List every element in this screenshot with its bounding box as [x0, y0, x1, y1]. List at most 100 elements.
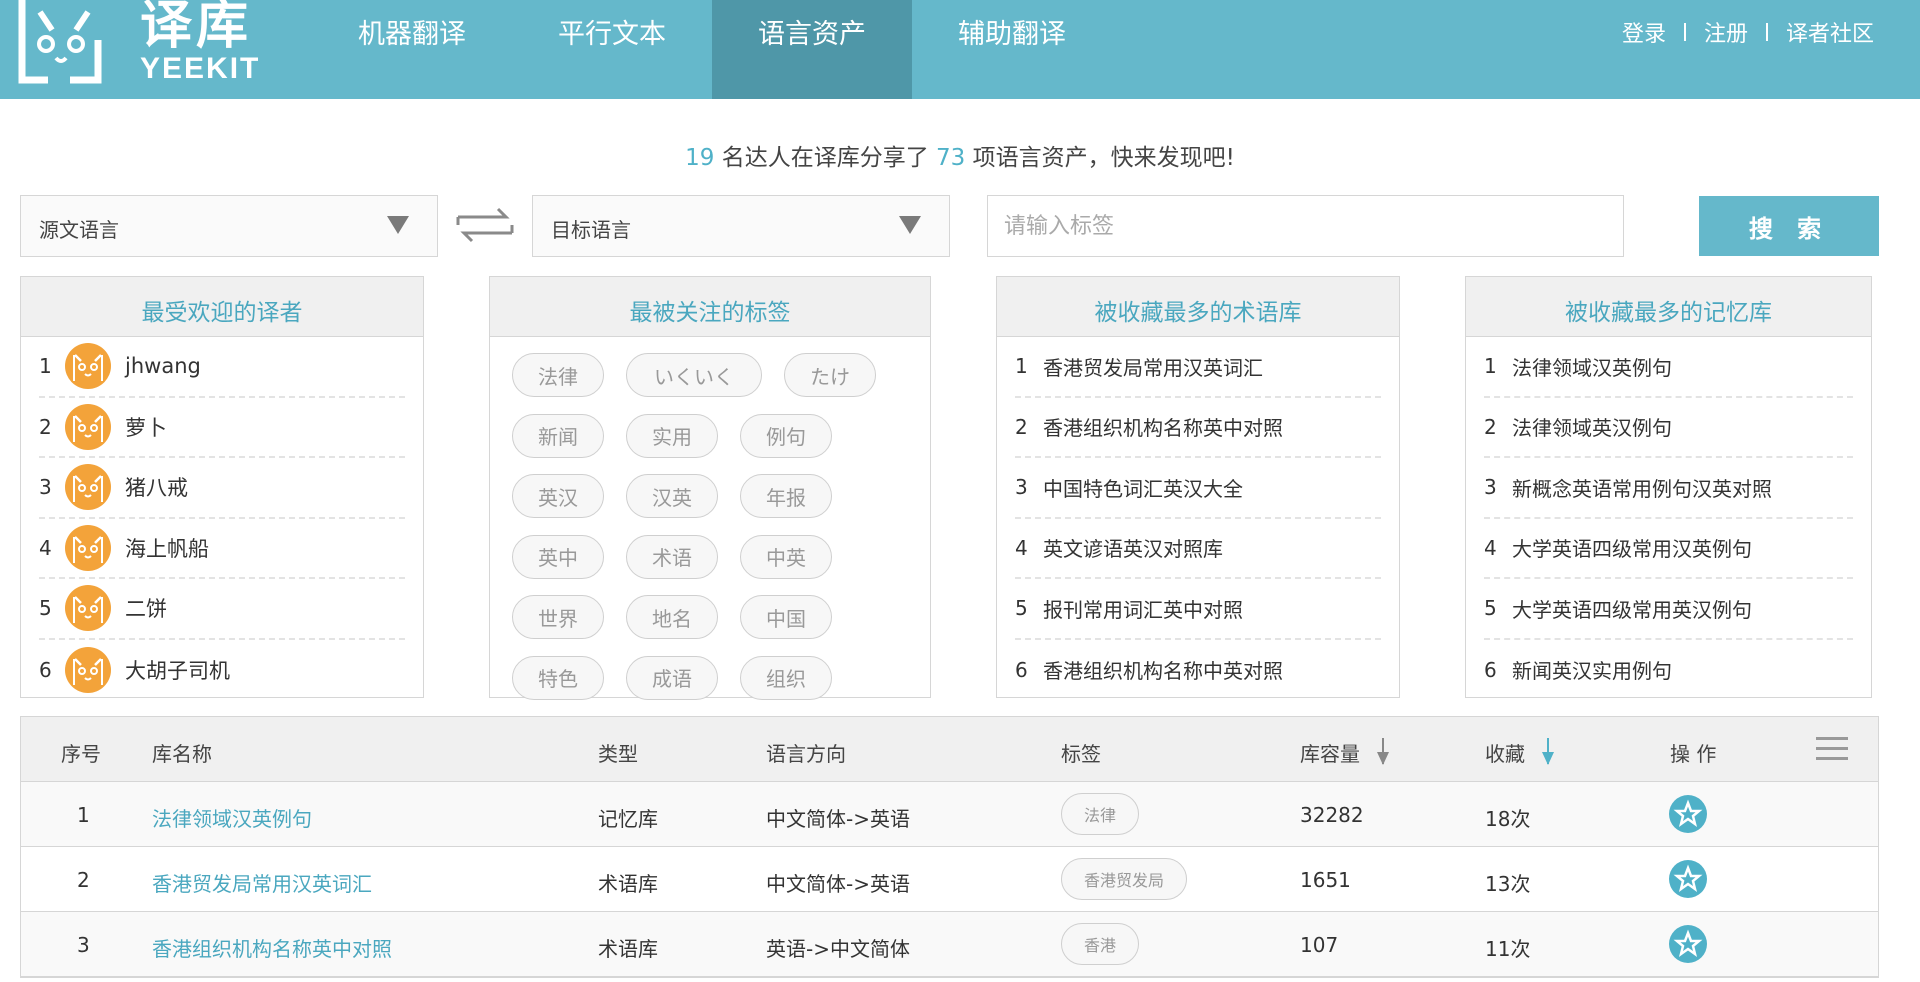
list-item[interactable]: 3 中国特色词汇英汉大全	[1015, 458, 1381, 519]
login-link[interactable]: 登录	[1622, 16, 1666, 48]
sort-down-icon[interactable]	[1376, 737, 1390, 766]
list-item[interactable]: 3 猪八戒	[39, 458, 405, 519]
col-header-size[interactable]: 库容量	[1300, 737, 1390, 770]
list-item[interactable]: 2 萝卜	[39, 398, 405, 458]
favorite-star-button[interactable]	[1669, 795, 1707, 833]
cat-avatar-icon	[73, 475, 103, 503]
cell-favorites: 18次	[1485, 807, 1531, 831]
termbase-name: 香港组织机构名称中英对照	[1043, 659, 1283, 684]
target-language-select[interactable]: 目标语言	[532, 195, 950, 257]
list-item[interactable]: 1 法律领域汉英例句	[1484, 337, 1853, 398]
stats-text-1: 名达人在译库分享了	[714, 145, 937, 171]
tag-pill[interactable]: 术语	[626, 534, 718, 579]
list-item[interactable]: 6 新闻英汉实用例句	[1484, 640, 1853, 701]
register-link[interactable]: 注册	[1704, 16, 1748, 48]
termbase-name: 报刊常用词汇英中对照	[1043, 597, 1243, 622]
tag-search-input[interactable]	[987, 195, 1624, 257]
cell-no: 3	[77, 933, 90, 957]
list-item[interactable]: 1 香港贸发局常用汉英词汇	[1015, 337, 1381, 398]
search-button[interactable]: 搜 索	[1699, 196, 1879, 256]
col-header-favorites[interactable]: 收藏	[1485, 737, 1555, 770]
col-header-actions: 操 作	[1670, 742, 1717, 766]
list-item[interactable]: 4 大学英语四级常用汉英例句	[1484, 519, 1853, 579]
col-header-size-label: 库容量	[1300, 742, 1360, 766]
translator-name: 大胡子司机	[125, 658, 230, 683]
tag-pill[interactable]: 新闻	[512, 413, 604, 458]
list-item[interactable]: 3 新概念英语常用例句汉英对照	[1484, 458, 1853, 519]
panel-title: 被收藏最多的记忆库	[1466, 277, 1871, 337]
list-item[interactable]: 5 报刊常用词汇英中对照	[1015, 579, 1381, 640]
stats-text-2: 项语言资产，快来发现吧!	[965, 145, 1235, 171]
cell-tag-pill[interactable]: 香港贸发局	[1061, 858, 1188, 900]
table-header: 序号 库名称 类型 语言方向 标签 库容量 收藏 操 作	[21, 717, 1878, 782]
source-language-select[interactable]: 源文语言	[20, 195, 438, 257]
list-item[interactable]: 4 海上帆船	[39, 519, 405, 579]
star-icon	[1673, 864, 1703, 892]
yeekit-logo[interactable]: 译库 YEEKIT	[18, 0, 258, 86]
tag-row: 法律 いくいく たけ	[512, 345, 930, 406]
memory-name: 新闻英汉实用例句	[1512, 659, 1672, 684]
column-menu-icon[interactable]	[1816, 737, 1848, 761]
tag-pill[interactable]: 世界	[512, 595, 604, 640]
list-item[interactable]: 6 香港组织机构名称中英对照	[1015, 640, 1381, 701]
nav-assisted-translation[interactable]: 辅助翻译	[912, 0, 1112, 99]
translator-name: 海上帆船	[125, 536, 209, 561]
tag-pill[interactable]: 中英	[740, 534, 832, 579]
tag-pill[interactable]: いくいく	[626, 353, 762, 398]
tag-row: 英中 术语 中英	[512, 527, 930, 588]
target-language-value: 目标语言	[551, 218, 631, 242]
nav-language-assets[interactable]: 语言资产	[712, 0, 912, 99]
tag-pill[interactable]: 英汉	[512, 474, 604, 519]
cell-size: 32282	[1300, 803, 1364, 827]
favorite-star-button[interactable]	[1669, 860, 1707, 898]
nav-parallel-text[interactable]: 平行文本	[512, 0, 712, 99]
sort-down-active-icon[interactable]	[1541, 737, 1555, 766]
panel-title: 被收藏最多的术语库	[997, 277, 1399, 337]
tag-pill[interactable]: 中国	[740, 595, 832, 640]
tag-pill[interactable]: 例句	[740, 413, 832, 458]
cell-size: 1651	[1300, 868, 1351, 892]
list-item[interactable]: 1 jhwang	[39, 337, 405, 398]
avatar	[65, 343, 111, 390]
rank-number: 1	[39, 354, 52, 379]
table-row: 3 香港组织机构名称英中对照 术语库 英语->中文简体 香港 107 11次	[21, 912, 1878, 977]
avatar	[65, 646, 111, 693]
cat-avatar-icon	[73, 657, 103, 685]
cell-tag-pill[interactable]: 法律	[1061, 793, 1140, 835]
nav-machine-translation[interactable]: 机器翻译	[312, 0, 512, 99]
tag-pill[interactable]: 法律	[512, 353, 604, 398]
rank-number: 5	[39, 596, 52, 621]
tag-pill[interactable]: たけ	[784, 353, 876, 398]
tag-pill[interactable]: 地名	[626, 595, 718, 640]
rank-number: 2	[39, 414, 52, 439]
list-item[interactable]: 5 大学英语四级常用英汉例句	[1484, 579, 1853, 640]
tag-pill[interactable]: 年报	[740, 474, 832, 519]
panel-title: 最被关注的标签	[490, 277, 930, 337]
rank-number: 2	[1484, 414, 1497, 439]
list-item[interactable]: 4 英文谚语英汉对照库	[1015, 519, 1381, 579]
tag-pill[interactable]: 组织	[740, 655, 832, 700]
termbase-name: 香港贸发局常用汉英词汇	[1043, 355, 1263, 380]
favorite-star-button[interactable]	[1669, 925, 1707, 963]
tag-row: 新闻 实用 例句	[512, 406, 930, 467]
popular-tags-panel: 最被关注的标签 法律 いくいく たけ 新闻 实用 例句 英汉 汉英 年报 英中 …	[489, 276, 931, 700]
swap-languages-icon[interactable]	[454, 203, 516, 247]
list-item[interactable]: 2 香港组织机构名称英中对照	[1015, 398, 1381, 458]
translator-community-link[interactable]: 译者社区	[1786, 16, 1874, 48]
rank-number: 1	[1015, 354, 1028, 379]
logo-text-cn: 译库	[140, 0, 253, 56]
cell-tag-pill[interactable]: 香港	[1061, 923, 1140, 965]
tag-pill[interactable]: 英中	[512, 534, 604, 579]
cell-name-link[interactable]: 香港组织机构名称英中对照	[152, 933, 392, 962]
list-item[interactable]: 5 二饼	[39, 579, 405, 640]
list-item[interactable]: 6 大胡子司机	[39, 640, 405, 701]
tag-pill[interactable]: 成语	[626, 655, 718, 700]
tag-pill[interactable]: 特色	[512, 655, 604, 700]
cell-name-link[interactable]: 法律领域汉英例句	[152, 803, 312, 832]
tag-pill[interactable]: 实用	[626, 413, 718, 458]
cell-size: 107	[1300, 933, 1339, 957]
cell-name-link[interactable]: 香港贸发局常用汉英词汇	[152, 868, 372, 897]
list-item[interactable]: 2 法律领域英汉例句	[1484, 398, 1853, 458]
tag-pill[interactable]: 汉英	[626, 474, 718, 519]
top-termbases-panel: 被收藏最多的术语库 1 香港贸发局常用汉英词汇 2 香港组织机构名称英中对照 3 中国…	[996, 276, 1400, 698]
